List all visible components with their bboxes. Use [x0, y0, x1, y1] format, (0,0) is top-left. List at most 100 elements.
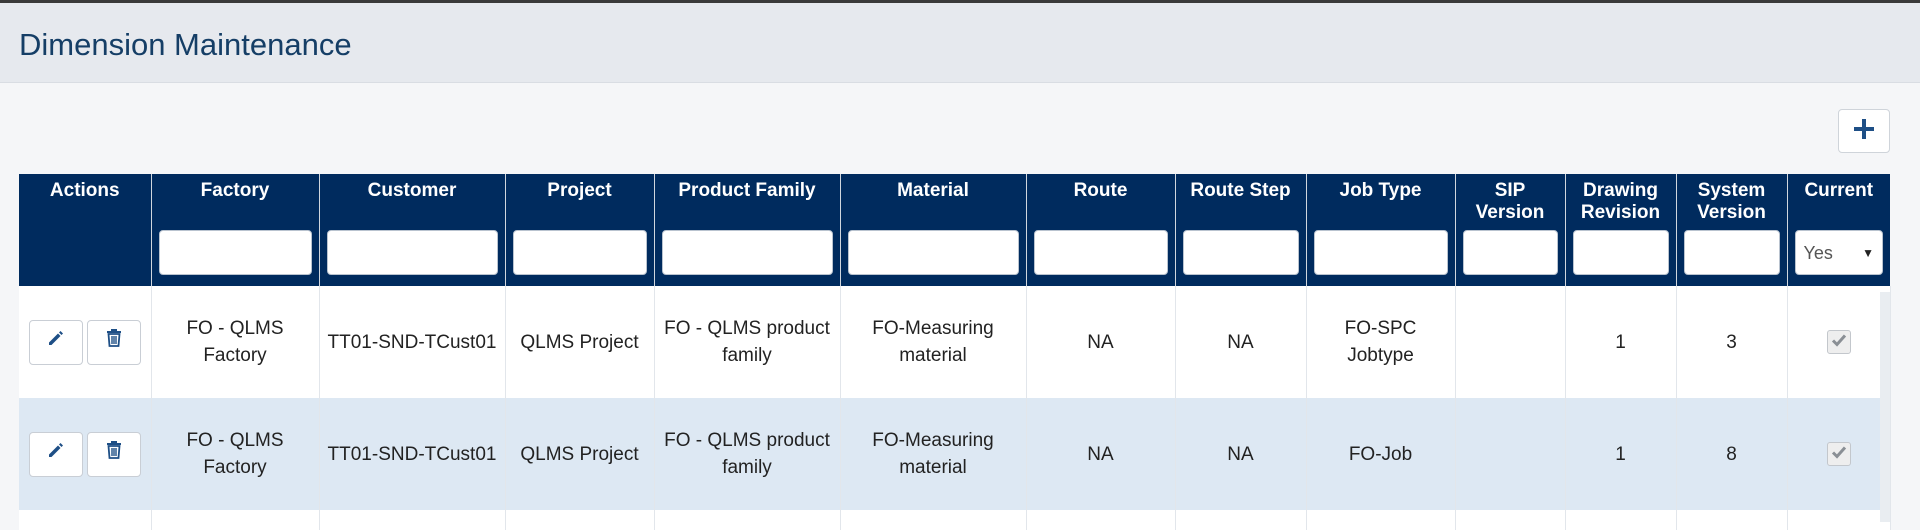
drawing-revision-cell: 1 — [1565, 398, 1677, 510]
route-cell: NA — [1026, 398, 1176, 510]
product-family-cell: FO - QLMS product family — [654, 398, 841, 510]
system-version-cell: 3 — [1676, 286, 1788, 398]
column-header-label: Material — [897, 180, 969, 201]
column-header-current[interactable]: Current Yes ▼ — [1787, 174, 1890, 286]
sip-version-cell — [1455, 398, 1566, 510]
page-title: Dimension Maintenance — [19, 27, 352, 62]
actions-cell — [19, 398, 152, 510]
material-cell: FO-Measuring material — [840, 286, 1027, 398]
table-body: FO - QLMS Factory TT01-SND-TCust01 QLMS Pr… — [19, 286, 1891, 530]
table-row[interactable]: FO - QLMS Factory TT01-SND-TCust01 QLMS Pr… — [19, 286, 1891, 398]
table-header-row: Actions Factory Customer Project Product Fam… — [19, 174, 1890, 286]
empty-cell — [1175, 510, 1307, 530]
drawing-revision-filter-input[interactable] — [1572, 230, 1669, 275]
add-button[interactable] — [1838, 109, 1890, 153]
project-cell: QLMS Project — [505, 286, 655, 398]
column-header-label: Route — [1073, 180, 1128, 201]
job-type-cell: FO-SPC Jobtype — [1306, 286, 1456, 398]
factory-cell: FO - QLMS Factory — [151, 398, 320, 510]
check-icon — [1831, 441, 1847, 468]
route-filter-input[interactable] — [1033, 230, 1168, 275]
check-icon — [1831, 329, 1847, 356]
system-version-cell: 8 — [1676, 398, 1788, 510]
job-type-filter-input[interactable] — [1313, 230, 1448, 275]
column-header-sip-version[interactable]: SIP Version — [1455, 174, 1566, 286]
sip-version-cell — [1455, 286, 1566, 398]
column-header-label: Job Type — [1339, 180, 1422, 201]
customer-cell: TT01-SND-TCust01 — [319, 398, 506, 510]
empty-cell — [319, 510, 506, 530]
table-row[interactable]: FO - QLMS Factory TT01-SND-TCust01 QLMS Pr… — [19, 398, 1891, 510]
column-header-project[interactable]: Project — [505, 174, 655, 286]
sip-version-filter-input[interactable] — [1462, 230, 1558, 275]
column-header-label: Route Step — [1190, 180, 1291, 201]
table-row-partial — [19, 510, 1891, 530]
current-cell — [1787, 398, 1891, 510]
vertical-scrollbar[interactable] — [1880, 292, 1890, 522]
route-cell: NA — [1026, 286, 1176, 398]
empty-cell — [654, 510, 841, 530]
system-version-filter-input[interactable] — [1683, 230, 1780, 275]
select-value: Yes — [1803, 242, 1833, 263]
page-header: Dimension Maintenance — [0, 3, 1920, 83]
column-header-label: Actions — [49, 180, 120, 201]
material-filter-input[interactable] — [847, 230, 1019, 275]
empty-cell — [505, 510, 655, 530]
empty-cell — [1306, 510, 1456, 530]
job-type-cell: FO-Job — [1306, 398, 1456, 510]
project-cell: QLMS Project — [505, 398, 655, 510]
current-checkbox[interactable] — [1826, 329, 1851, 356]
route-step-cell: NA — [1175, 398, 1307, 510]
column-header-label: Customer — [367, 180, 457, 201]
empty-cell — [1565, 510, 1677, 530]
edit-button[interactable] — [28, 431, 83, 477]
product-family-filter-input[interactable] — [661, 230, 833, 275]
column-header-label: SIP Version — [1475, 180, 1545, 223]
customer-filter-input[interactable] — [326, 230, 498, 275]
project-filter-input[interactable] — [512, 230, 647, 275]
column-header-route[interactable]: Route — [1026, 174, 1176, 286]
column-header-label: System Version — [1697, 180, 1766, 223]
empty-cell — [1026, 510, 1176, 530]
plus-icon — [1853, 118, 1875, 145]
route-step-filter-input[interactable] — [1182, 230, 1299, 275]
drawing-revision-cell: 1 — [1565, 286, 1677, 398]
column-header-material[interactable]: Material — [840, 174, 1027, 286]
column-header-job-type[interactable]: Job Type — [1306, 174, 1456, 286]
trash-icon — [105, 440, 123, 468]
current-cell — [1787, 286, 1891, 398]
column-header-customer[interactable]: Customer — [319, 174, 506, 286]
dimension-table: Actions Factory Customer Project Product Fam… — [19, 174, 1891, 530]
actions-cell — [19, 286, 152, 398]
pencil-icon — [46, 328, 66, 356]
current-checkbox[interactable] — [1826, 441, 1851, 468]
column-header-system-version[interactable]: System Version — [1676, 174, 1788, 286]
trash-icon — [105, 328, 123, 356]
caret-down-icon: ▼ — [1862, 245, 1874, 260]
factory-cell: FO - QLMS Factory — [151, 286, 320, 398]
empty-cell — [1676, 510, 1788, 530]
column-header-route-step[interactable]: Route Step — [1175, 174, 1307, 286]
pencil-icon — [46, 440, 66, 468]
column-header-label: Factory — [200, 180, 270, 201]
column-header-label: Current — [1804, 180, 1874, 201]
column-header-label: Project — [547, 180, 612, 201]
edit-button[interactable] — [28, 319, 83, 365]
empty-cell — [840, 510, 1027, 530]
column-header-actions[interactable]: Actions — [19, 174, 152, 286]
route-step-cell: NA — [1175, 286, 1307, 398]
current-filter-select[interactable]: Yes ▼ — [1794, 230, 1883, 275]
column-header-drawing-revision[interactable]: Drawing Revision — [1565, 174, 1677, 286]
empty-cell — [19, 510, 152, 530]
delete-button[interactable] — [86, 431, 141, 477]
column-header-label: Drawing Revision — [1580, 180, 1661, 223]
delete-button[interactable] — [86, 319, 141, 365]
column-header-label: Product Family — [678, 180, 816, 201]
factory-filter-input[interactable] — [158, 230, 312, 275]
material-cell: FO-Measuring material — [840, 398, 1027, 510]
customer-cell: TT01-SND-TCust01 — [319, 286, 506, 398]
column-header-factory[interactable]: Factory — [151, 174, 320, 286]
column-header-product-family[interactable]: Product Family — [654, 174, 841, 286]
product-family-cell: FO - QLMS product family — [654, 286, 841, 398]
empty-cell — [1787, 510, 1891, 530]
